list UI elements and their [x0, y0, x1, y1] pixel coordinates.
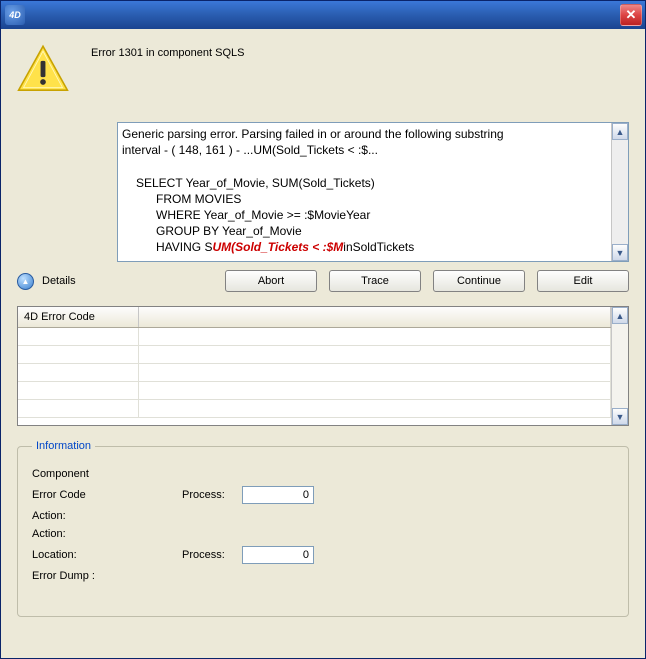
component-label: Component — [32, 468, 182, 480]
scroll-up-icon[interactable]: ▲ — [612, 307, 628, 324]
error-substring: UM(Sold_Tickets < :$M — [212, 240, 343, 254]
process-field[interactable] — [242, 546, 314, 564]
scroll-down-icon[interactable]: ▼ — [612, 408, 628, 425]
abort-button[interactable]: Abort — [225, 270, 317, 292]
app-icon: 4D — [5, 5, 25, 25]
sql-line: GROUP BY Year_of_Movie — [122, 223, 610, 239]
location-label: Location: — [32, 549, 182, 561]
table-header[interactable] — [138, 307, 611, 327]
details-toggle[interactable]: ▲ Details — [17, 273, 76, 290]
table-header[interactable]: 4D Error Code — [18, 307, 138, 327]
errordump-label: Error Dump : — [32, 570, 182, 582]
sql-line: FROM MOVIES — [122, 191, 610, 207]
table-row[interactable] — [18, 363, 611, 381]
errorcode-label: Error Code — [32, 489, 182, 501]
error-code-table: 4D Error Code ▲ ▼ — [17, 306, 629, 426]
table-row[interactable] — [18, 345, 611, 363]
scroll-up-icon[interactable]: ▲ — [612, 123, 628, 140]
action-label: Action: — [32, 528, 182, 540]
msg-line: Generic parsing error. Parsing failed in… — [122, 126, 610, 142]
action-label: Action: — [32, 510, 182, 522]
sql-line: WHERE Year_of_Movie >= :$MovieYear — [122, 207, 610, 223]
close-button[interactable]: ✕ — [620, 4, 642, 26]
sql-line: HAVING SUM(Sold_Tickets < :$MinSoldTicke… — [122, 239, 610, 255]
information-group: Information Component Error Code Process… — [17, 440, 629, 617]
edit-button[interactable]: Edit — [537, 270, 629, 292]
scrollbar[interactable]: ▲ ▼ — [611, 307, 628, 425]
scrollbar[interactable]: ▲ ▼ — [611, 123, 628, 261]
titlebar: 4D ✕ — [1, 1, 645, 29]
table-row[interactable] — [18, 381, 611, 399]
details-label: Details — [42, 275, 76, 287]
chevron-up-icon: ▲ — [17, 273, 34, 290]
warning-icon — [17, 43, 69, 98]
msg-line: interval - ( 148, 161 ) - ...UM(Sold_Tic… — [122, 142, 610, 158]
process-field[interactable] — [242, 486, 314, 504]
scroll-down-icon[interactable]: ▼ — [612, 244, 628, 261]
dialog-content: Error 1301 in component SQLS Generic par… — [1, 29, 645, 658]
continue-button[interactable]: Continue — [433, 270, 525, 292]
error-message-box: Generic parsing error. Parsing failed in… — [117, 122, 629, 262]
process-label: Process: — [182, 489, 242, 501]
table-row[interactable] — [18, 399, 611, 417]
process-label: Process: — [182, 549, 242, 561]
information-legend: Information — [32, 440, 95, 452]
sql-line: SELECT Year_of_Movie, SUM(Sold_Tickets) — [122, 175, 610, 191]
trace-button[interactable]: Trace — [329, 270, 421, 292]
error-headline: Error 1301 in component SQLS — [91, 47, 244, 59]
table-row[interactable] — [18, 327, 611, 345]
